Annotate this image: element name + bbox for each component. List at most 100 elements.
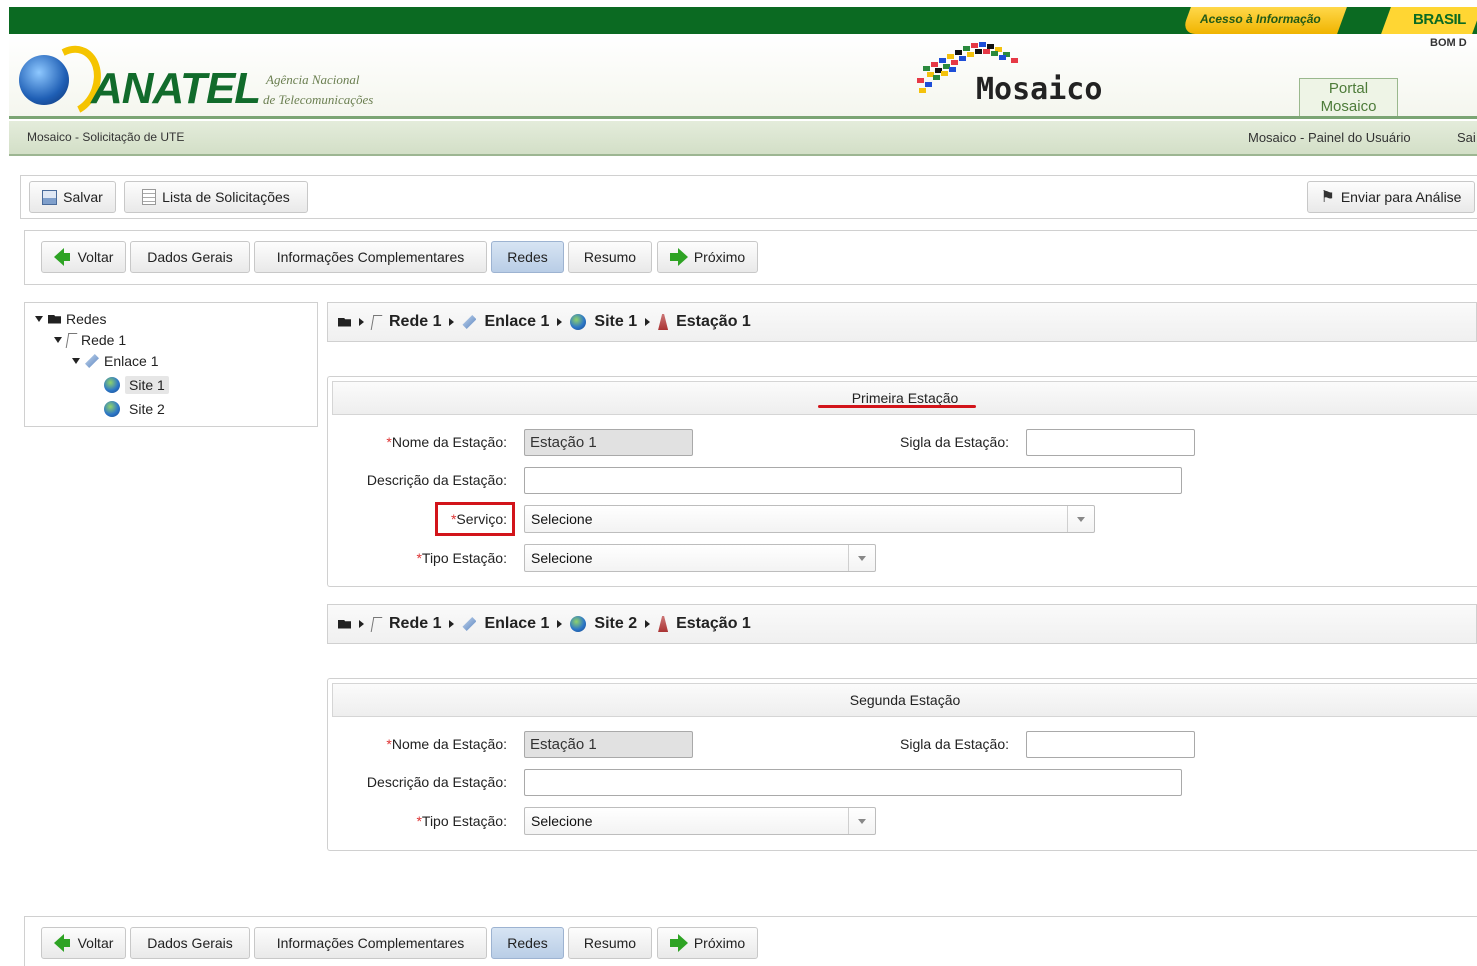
painel-usuario-link[interactable]: Mosaico - Painel do Usuário (1248, 130, 1411, 145)
servico-select-value: Selecione (531, 511, 593, 527)
back-button[interactable]: Voltar (41, 927, 126, 959)
back-button[interactable]: Voltar (41, 241, 126, 273)
list-icon (142, 189, 157, 205)
save-button[interactable]: Salvar (29, 181, 116, 213)
arrow-right-icon (669, 248, 688, 266)
tab-dados-gerais[interactable]: Dados Gerais (130, 927, 250, 959)
tab-dados-gerais[interactable]: Dados Gerais (130, 241, 250, 273)
nome-label: *Nome da Estação: (386, 736, 507, 752)
tab-informacoes-complementares[interactable]: Informações Complementares (254, 241, 487, 273)
chevron-right-icon (557, 620, 563, 628)
tree-node-site-1[interactable]: Site 1 (104, 376, 169, 394)
folder-open-icon (338, 317, 351, 327)
flag-icon: ⚑ (1320, 189, 1335, 206)
portal-label-line1: Portal (1328, 80, 1369, 97)
nome-estacao-input[interactable]: Estação 1 (524, 731, 693, 758)
arrow-left-icon (53, 248, 70, 266)
chevron-down-icon[interactable] (1067, 506, 1094, 532)
network-icon (370, 314, 383, 330)
globe-icon (570, 616, 587, 632)
sigla-label: Sigla da Estação: (900, 736, 1009, 752)
crumb-site[interactable]: Site 2 (594, 615, 637, 633)
sigla-estacao-input[interactable] (1026, 731, 1195, 758)
request-list-button[interactable]: Lista de Solicitações (124, 181, 308, 213)
tab-label: Redes (507, 249, 548, 265)
tipo-label: *Tipo Estação: (416, 550, 507, 566)
chevron-down-icon[interactable] (848, 545, 875, 571)
tree-node-site-2[interactable]: Site 2 (104, 401, 165, 417)
tab-label: Dados Gerais (147, 935, 233, 951)
tree-node-enlace[interactable]: Enlace 1 (72, 353, 158, 369)
crumb-rede[interactable]: Rede 1 (389, 313, 441, 331)
sigla-estacao-input[interactable] (1026, 429, 1195, 456)
portal-label-line2: Mosaico (1320, 98, 1377, 115)
tab-label: Resumo (583, 249, 637, 265)
servico-select[interactable]: Selecione (524, 505, 1095, 533)
sair-link[interactable]: Sai (1457, 130, 1476, 145)
tree-label: Site 1 (125, 376, 169, 394)
next-button[interactable]: Próximo (657, 241, 758, 273)
highlight-box (435, 502, 515, 536)
nome-estacao-input[interactable]: Estação 1 (524, 429, 693, 456)
anatel-subtitle-2: de Telecomunicações (263, 92, 374, 107)
tipo-select-value: Selecione (531, 550, 593, 566)
tree-node-rede[interactable]: Rede 1 (54, 332, 126, 348)
crumb-estacao[interactable]: Estação 1 (676, 615, 751, 633)
station-breadcrumb-2: Rede 1 Enlace 1 Site 2 Estação 1 (327, 604, 1477, 644)
sigla-label: Sigla da Estação: (900, 434, 1009, 450)
highlight-underline (818, 405, 976, 408)
descricao-label: Descrição da Estação: (366, 774, 507, 790)
tipo-estacao-select[interactable]: Selecione (524, 807, 876, 835)
antenna-icon (658, 616, 669, 632)
chevron-right-icon (645, 620, 651, 628)
chevron-down-icon[interactable] (848, 808, 875, 834)
tab-redes[interactable]: Redes (491, 241, 564, 273)
arrow-left-icon (53, 934, 70, 952)
crumb-estacao[interactable]: Estação 1 (676, 313, 751, 331)
tab-resumo[interactable]: Resumo (568, 927, 652, 959)
tipo-label: *Tipo Estação: (416, 813, 507, 829)
back-button-label: Voltar (77, 935, 114, 951)
network-icon (65, 332, 78, 348)
antenna-icon (658, 314, 669, 330)
crumb-enlace[interactable]: Enlace 1 (484, 615, 549, 633)
link-icon (85, 354, 99, 368)
form-title: Primeira Estação (332, 381, 1477, 415)
expand-icon[interactable] (54, 337, 62, 343)
crumb-rede[interactable]: Rede 1 (389, 615, 441, 633)
tab-label: Redes (507, 935, 548, 951)
globe-icon (570, 314, 587, 330)
chevron-right-icon (449, 318, 455, 326)
acesso-informacao-link[interactable]: Acesso à Informação (1200, 12, 1321, 26)
tab-label: Resumo (583, 935, 637, 951)
nome-label: *Nome da Estação: (386, 434, 507, 450)
expand-icon[interactable] (35, 316, 43, 322)
expand-icon[interactable] (72, 358, 80, 364)
tree-label: Rede 1 (81, 332, 127, 348)
tab-redes[interactable]: Redes (491, 927, 564, 959)
descricao-estacao-input[interactable] (524, 769, 1182, 796)
tipo-select-value: Selecione (531, 813, 593, 829)
crumb-site[interactable]: Site 1 (594, 313, 637, 331)
tab-label: Dados Gerais (147, 249, 233, 265)
chevron-right-icon (359, 620, 364, 628)
tab-resumo[interactable]: Resumo (568, 241, 652, 273)
tab-informacoes-complementares[interactable]: Informações Complementares (254, 927, 487, 959)
portal-mosaico-tab[interactable]: Portal Mosaico (1299, 78, 1398, 118)
crumb-enlace[interactable]: Enlace 1 (484, 313, 549, 331)
request-list-label: Lista de Solicitações (162, 189, 290, 205)
descricao-estacao-input[interactable] (524, 467, 1182, 494)
brasil-logo: BRASIL (1413, 11, 1466, 28)
link-icon (462, 617, 477, 631)
globe-icon (104, 377, 120, 393)
anatel-globe-icon (19, 55, 69, 105)
tipo-estacao-select[interactable]: Selecione (524, 544, 876, 572)
folder-open-icon (338, 619, 351, 629)
next-button[interactable]: Próximo (657, 927, 758, 959)
tree-label: Redes (66, 311, 107, 327)
tree-node-redes[interactable]: Redes (35, 311, 106, 327)
back-button-label: Voltar (77, 249, 114, 265)
chevron-right-icon (449, 620, 455, 628)
send-for-analysis-button[interactable]: ⚑ Enviar para Análise (1307, 181, 1475, 213)
form-title: Segunda Estação (332, 683, 1477, 717)
